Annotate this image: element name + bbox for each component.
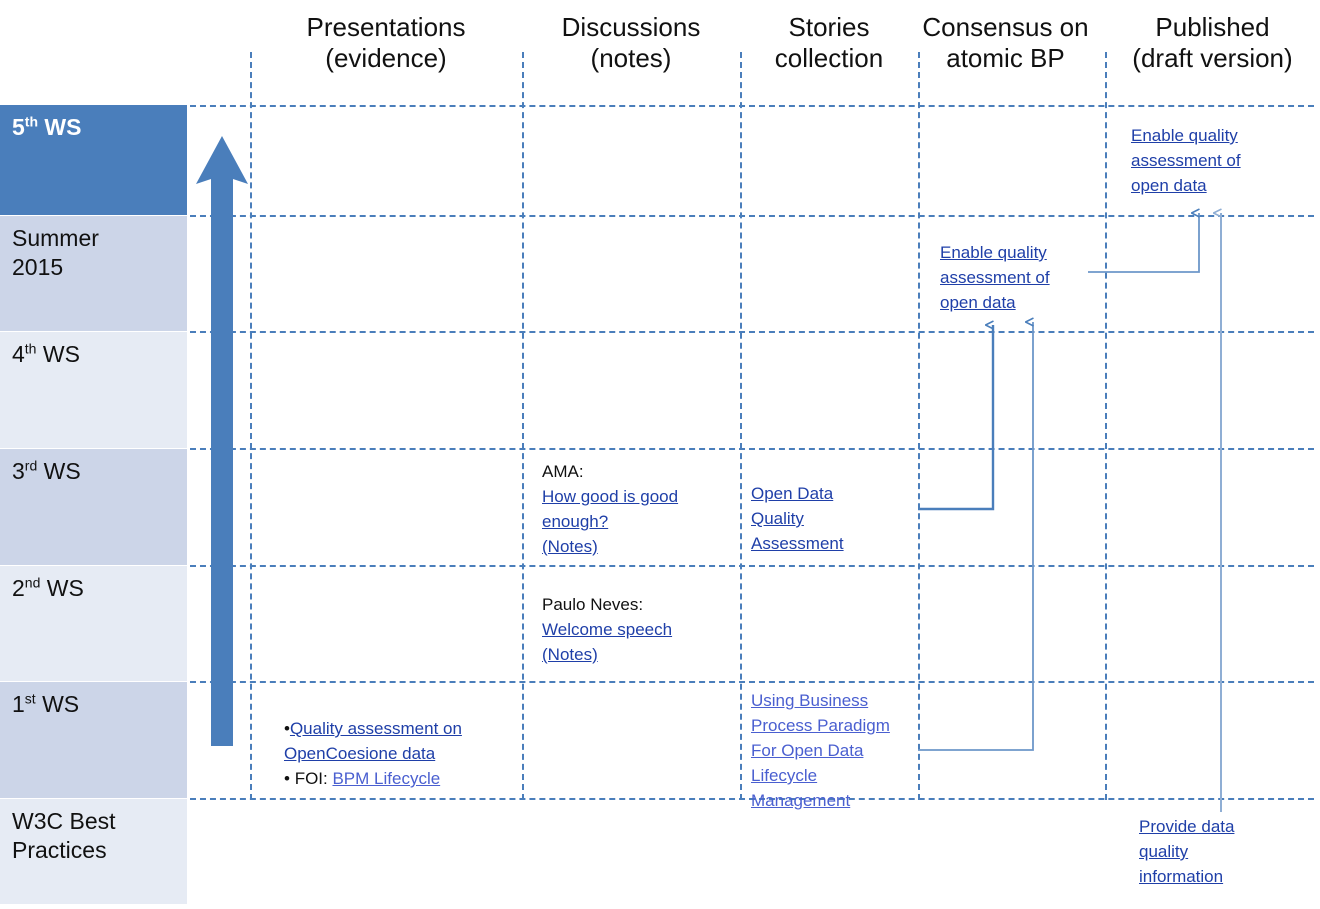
speaker-label: Paulo Neves: [542, 595, 644, 614]
row-label-w3c-best-practices[interactable]: W3C Best Practices [0, 799, 187, 904]
row-label-sup: th [24, 340, 37, 357]
row-label-suffix: WS [35, 691, 80, 717]
column-header-line2: (draft version) [1132, 43, 1293, 73]
column-header-presentations: Presentations (evidence) [250, 12, 522, 74]
column-header-line1: Discussions [561, 12, 701, 42]
row-label-text: 2 [12, 575, 25, 601]
column-header-line2: (evidence) [325, 43, 447, 73]
link-enable-quality-assessment-line3[interactable]: open data [940, 293, 1016, 312]
cell-ws2-discussions: Paulo Neves: Welcome speech (Notes) [542, 592, 737, 667]
cell-ws3-discussions: AMA: How good is good enough? (Notes) [542, 459, 737, 559]
link-enable-quality-assessment-line1[interactable]: Enable quality [940, 243, 1047, 262]
row-label-text: 4 [12, 341, 25, 367]
link-open-data-quality-assessment-line3[interactable]: Assessment [751, 534, 844, 553]
link-enable-quality-assessment-line2[interactable]: assessment of [940, 268, 1050, 287]
row-label-text: 1 [12, 691, 25, 717]
column-header-discussions: Discussions (notes) [522, 12, 740, 74]
grid-hline-summer-top [190, 215, 1314, 217]
link-open-data-quality-assessment-line1[interactable]: Open Data [751, 484, 833, 503]
link-quality-assessment-opencoesione-line2[interactable]: OpenCoesione data [284, 744, 435, 763]
link-enable-quality-assessment-line1[interactable]: Enable quality [1131, 126, 1238, 145]
link-enable-quality-assessment-line3[interactable]: open data [1131, 176, 1207, 195]
grid-hline-ws3-top [190, 448, 1314, 450]
cell-ws5-published: Enable quality assessment of open data [1131, 123, 1301, 198]
cell-w3c-published: Provide data quality information [1139, 814, 1304, 889]
foi-label: FOI: [294, 769, 333, 788]
link-bpm-lifecycle[interactable]: BPM Lifecycle [332, 769, 440, 788]
cell-ws1-stories: Using Business Process Paradigm For Open… [751, 688, 916, 813]
row-label-ws5[interactable]: 5th WS [0, 105, 187, 215]
row-label-text: 5 [12, 114, 25, 140]
cell-summer-consensus: Enable quality assessment of open data [940, 240, 1105, 315]
row-label-summer-2015[interactable]: Summer 2015 [0, 216, 187, 331]
column-header-line2: collection [774, 43, 884, 73]
link-notes[interactable]: (Notes) [542, 645, 598, 664]
cell-ws1-presentations: • Quality assessment on OpenCoesione data… [284, 716, 514, 791]
connector-stories-ws3-to-consensus [918, 325, 995, 511]
grid-vline-col-published [1105, 52, 1107, 800]
link-quality-assessment-opencoesione-line1[interactable]: Quality assessment on [290, 719, 462, 738]
column-header-published: Published (draft version) [1105, 12, 1320, 74]
row-label-text: W3C Best [12, 808, 116, 834]
grid-vline-col-discussions [522, 52, 524, 800]
link-using-business-process-paradigm-line3[interactable]: For Open Data [751, 741, 863, 760]
speaker-label: AMA: [542, 462, 584, 481]
column-header-line1: Stories [788, 12, 870, 42]
link-using-business-process-paradigm-line1[interactable]: Using Business [751, 691, 868, 710]
row-label-sup: th [24, 113, 39, 130]
row-label-suffix: WS [40, 575, 84, 601]
row-label-suffix: WS [36, 341, 80, 367]
grid-hline-ws5-top [190, 105, 1314, 107]
column-header-line1: Published [1155, 12, 1270, 42]
link-provide-data-quality-information-line2[interactable]: quality [1139, 842, 1188, 861]
link-provide-data-quality-information-line1[interactable]: Provide data [1139, 817, 1234, 836]
link-welcome-speech[interactable]: Welcome speech [542, 620, 672, 639]
column-header-line2: atomic BP [946, 43, 1065, 73]
row-label-ws1[interactable]: 1st WS [0, 682, 187, 798]
row-label-sup: nd [24, 574, 41, 591]
link-enable-quality-assessment-line2[interactable]: assessment of [1131, 151, 1241, 170]
row-label-text-2: 2015 [12, 254, 64, 280]
row-label-text: 3 [12, 458, 25, 484]
grid-vline-col-presentations [250, 52, 252, 800]
column-header-line1: Presentations [306, 12, 466, 42]
row-label-ws4[interactable]: 4th WS [0, 332, 187, 448]
row-label-text-2: Practices [12, 837, 107, 863]
column-header-line1: Consensus on [922, 12, 1089, 42]
column-header-line2: (notes) [590, 43, 672, 73]
link-notes[interactable]: (Notes) [542, 537, 598, 556]
grid-hline-ws2-top [190, 565, 1314, 567]
column-header-stories: Stories collection [740, 12, 918, 74]
link-open-data-quality-assessment-line2[interactable]: Quality [751, 509, 804, 528]
bullet-marker-2: • [284, 769, 295, 788]
row-label-suffix: WS [38, 114, 82, 140]
diagram-canvas: Presentations (evidence) Discussions (no… [0, 0, 1320, 909]
row-label-text: Summer [12, 225, 99, 251]
link-using-business-process-paradigm-line5[interactable]: Management [751, 791, 850, 810]
grid-vline-col-stories [740, 52, 742, 800]
link-using-business-process-paradigm-line2[interactable]: Process Paradigm [751, 716, 890, 735]
up-arrow-icon [196, 136, 248, 746]
cell-ws3-stories: Open Data Quality Assessment [751, 481, 911, 556]
link-provide-data-quality-information-line3[interactable]: information [1139, 867, 1223, 886]
row-label-suffix: WS [37, 458, 81, 484]
connector-stories-ws1-to-consensus [918, 322, 1034, 751]
row-label-ws2[interactable]: 2nd WS [0, 566, 187, 681]
link-how-good-is-good-enough-line1[interactable]: How good is good [542, 487, 678, 506]
grid-vline-col-consensus [918, 52, 920, 800]
grid-hline-ws1-top [190, 681, 1314, 683]
grid-hline-ws4-top [190, 331, 1314, 333]
link-using-business-process-paradigm-line4[interactable]: Lifecycle [751, 766, 817, 785]
row-label-sup: rd [24, 457, 38, 474]
row-label-ws3[interactable]: 3rd WS [0, 449, 187, 565]
column-header-consensus: Consensus on atomic BP [906, 12, 1105, 74]
row-label-sup: st [24, 690, 36, 707]
link-how-good-is-good-enough-line2[interactable]: enough? [542, 512, 608, 531]
